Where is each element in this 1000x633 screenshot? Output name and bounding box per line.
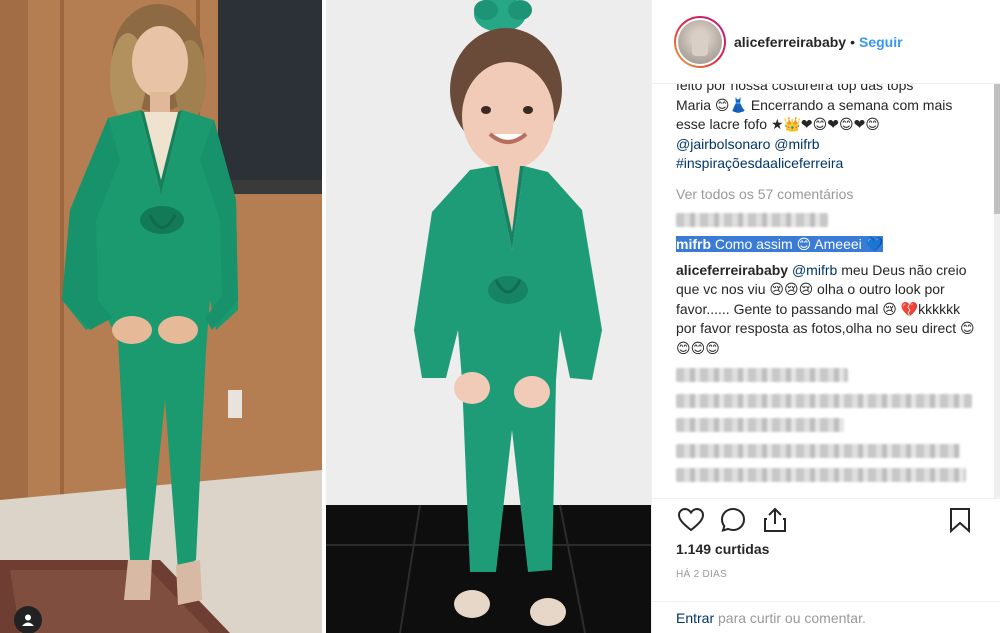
blurred-comment — [676, 394, 972, 408]
comments-scrollbar[interactable] — [994, 84, 1000, 498]
user-tag-icon[interactable] — [14, 606, 42, 633]
comments-list[interactable]: feito por nossa costureira top das tops … — [652, 84, 1000, 498]
comment-highlighted: mifrb Como assim 😊 Ameeei 💙 — [676, 235, 977, 255]
post-photo[interactable] — [0, 0, 651, 633]
view-all-comments-link[interactable]: Ver todos os 57 comentários — [676, 185, 977, 205]
comment-text: Como assim 😊 Ameeei 💙 — [714, 236, 884, 252]
blurred-comment — [676, 368, 848, 382]
post-actions: 1.149 curtidas HÁ 2 DIAS Entrar para cur… — [652, 498, 1000, 633]
blurred-comment — [676, 468, 966, 482]
blurred-comment — [676, 213, 828, 227]
comment-reply: aliceferreirababy @mifrb meu Deus não cr… — [676, 261, 977, 359]
caption-line: Maria 😊👗 Encerrando a semana com mais — [676, 96, 953, 113]
post-caption: feito por nossa costureira top das tops … — [676, 84, 977, 174]
blurred-comment — [676, 444, 960, 458]
heart-icon[interactable] — [676, 505, 706, 535]
action-bar — [676, 499, 977, 541]
blurred-comment — [676, 418, 844, 432]
follow-button[interactable]: Seguir — [859, 34, 903, 50]
comment-username[interactable]: aliceferreirababy — [676, 262, 788, 278]
avatar[interactable] — [674, 15, 726, 68]
login-prompt: Entrar para curtir ou comentar. — [652, 601, 1000, 633]
share-icon[interactable] — [760, 505, 790, 535]
post-timestamp[interactable]: HÁ 2 DIAS — [676, 569, 977, 580]
caption-hashtag[interactable]: #inspiraçõesdaaliceferreira — [676, 154, 977, 174]
comment-icon[interactable] — [718, 505, 748, 535]
header-separator: • — [850, 33, 855, 50]
post-image-collage — [0, 0, 651, 633]
post-side-panel: aliceferreirababy • Seguir feito por nos… — [651, 0, 1000, 633]
caption-line: feito por nossa costureira top das tops — [676, 84, 914, 93]
login-prompt-text: para curtir ou comentar. — [714, 609, 866, 626]
post-header: aliceferreirababy • Seguir — [652, 0, 1000, 84]
comment-mention[interactable]: @mifrb — [792, 262, 837, 278]
likes-count[interactable]: 1.149 curtidas — [676, 541, 977, 557]
login-link[interactable]: Entrar — [676, 610, 714, 626]
caption-mentions[interactable]: @jairbolsonaro @mifrb — [676, 135, 977, 155]
header-username[interactable]: aliceferreirababy — [734, 34, 846, 50]
caption-line: esse lacre fofo ★👑❤😊❤😊❤😊 — [676, 116, 880, 132]
bookmark-icon[interactable] — [945, 505, 975, 535]
comment-username[interactable]: mifrb — [676, 236, 711, 252]
